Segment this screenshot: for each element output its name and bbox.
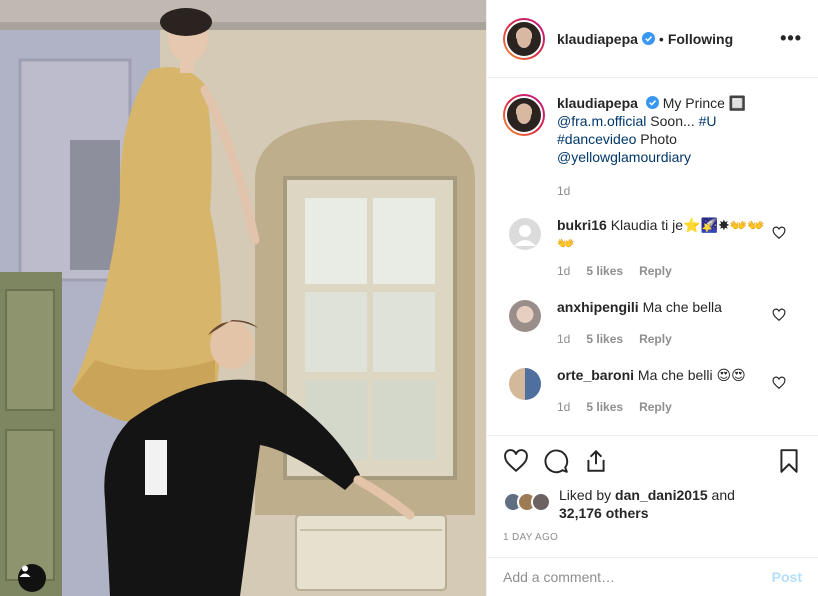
comment-heart-icon[interactable] xyxy=(772,376,786,390)
comment-input[interactable] xyxy=(503,569,772,585)
user-tag-icon xyxy=(19,565,31,577)
comment-time[interactable]: 1d xyxy=(557,262,570,280)
comment-likes[interactable]: 5 likes xyxy=(586,262,623,280)
comment-heart-icon[interactable] xyxy=(772,308,786,322)
heart-icon[interactable] xyxy=(503,448,529,474)
add-comment-bar: Post xyxy=(487,557,818,596)
reply-button[interactable]: Reply xyxy=(639,330,672,348)
comment-avatar[interactable] xyxy=(509,368,541,400)
liked-by-avatars[interactable] xyxy=(503,492,551,512)
comment-likes[interactable]: 5 likes xyxy=(586,330,623,348)
following-button[interactable]: Following xyxy=(668,31,733,47)
verified-icon xyxy=(645,96,659,109)
comment-time[interactable]: 1d xyxy=(557,330,570,348)
caption-text-2: Soon... xyxy=(646,113,699,129)
caption-text-3: Photo xyxy=(636,131,677,147)
user-tag-button[interactable] xyxy=(18,564,46,592)
comment-heart-icon[interactable] xyxy=(772,226,786,240)
caption-text-1: My Prince 🔲 xyxy=(658,95,747,111)
caption-mention[interactable]: @fra.m.official xyxy=(557,113,646,129)
comment-item: anxhipengili Ma che bella 1d 5 likes Rep… xyxy=(503,298,802,348)
comment-time[interactable]: 1d xyxy=(557,398,570,416)
comment-avatar[interactable] xyxy=(509,300,541,332)
comment-avatar[interactable] xyxy=(509,218,541,250)
post-side-panel: klaudiapepa • Following ••• klaudiapepa … xyxy=(486,0,818,596)
caption-mention-photographer[interactable]: @yellowglamourdiary xyxy=(557,149,691,165)
comment-username[interactable]: bukri16 xyxy=(557,217,607,233)
caption-avatar[interactable] xyxy=(503,94,545,136)
liked-by-user[interactable]: dan_dani2015 xyxy=(615,487,708,503)
header-separator: • xyxy=(658,30,664,47)
caption-time[interactable]: 1d xyxy=(557,182,797,200)
author-username[interactable]: klaudiapepa xyxy=(557,31,638,47)
reply-button[interactable]: Reply xyxy=(639,398,672,416)
comment-text: Ma che belli 😍😍 xyxy=(634,367,746,383)
verified-icon xyxy=(641,32,655,45)
default-avatar-icon xyxy=(509,218,541,250)
caption: klaudiapepa My Prince 🔲 @fra.m.official … xyxy=(503,94,802,200)
liked-by-prefix: Liked by xyxy=(559,487,616,503)
bookmark-icon[interactable] xyxy=(776,448,802,474)
post-time[interactable]: 1 DAY AGO xyxy=(503,532,802,543)
comment-text: Ma che bella xyxy=(638,299,722,315)
comment-icon[interactable] xyxy=(543,448,569,474)
caption-username[interactable]: klaudiapepa xyxy=(557,95,638,111)
author-avatar[interactable] xyxy=(503,17,545,60)
post-button[interactable]: Post xyxy=(772,569,802,585)
liked-by-middle: and xyxy=(707,487,735,503)
comments-list[interactable]: klaudiapepa My Prince 🔲 @fra.m.official … xyxy=(487,78,818,435)
post-photo[interactable] xyxy=(0,0,486,596)
photo-illustration xyxy=(0,0,486,596)
post-actions: Liked by dan_dani2015 and 32,176 others … xyxy=(487,435,818,543)
comment-item: bukri16 Klaudia ti je⭐🌠✸👐👐👐 1d 5 likes R… xyxy=(503,216,802,280)
comment-username[interactable]: orte_baroni xyxy=(557,367,634,383)
liked-by: Liked by dan_dani2015 and 32,176 others xyxy=(503,486,802,522)
comment-likes[interactable]: 5 likes xyxy=(586,398,623,416)
post-header: klaudiapepa • Following ••• xyxy=(487,0,818,78)
likes-count[interactable]: 32,176 others xyxy=(559,505,649,521)
comment-item: orte_baroni Ma che belli 😍😍 1d 5 likes R… xyxy=(503,366,802,416)
more-options-button[interactable]: ••• xyxy=(780,28,802,49)
share-icon[interactable] xyxy=(583,448,609,474)
reply-button[interactable]: Reply xyxy=(639,262,672,280)
comment-username[interactable]: anxhipengili xyxy=(557,299,639,315)
